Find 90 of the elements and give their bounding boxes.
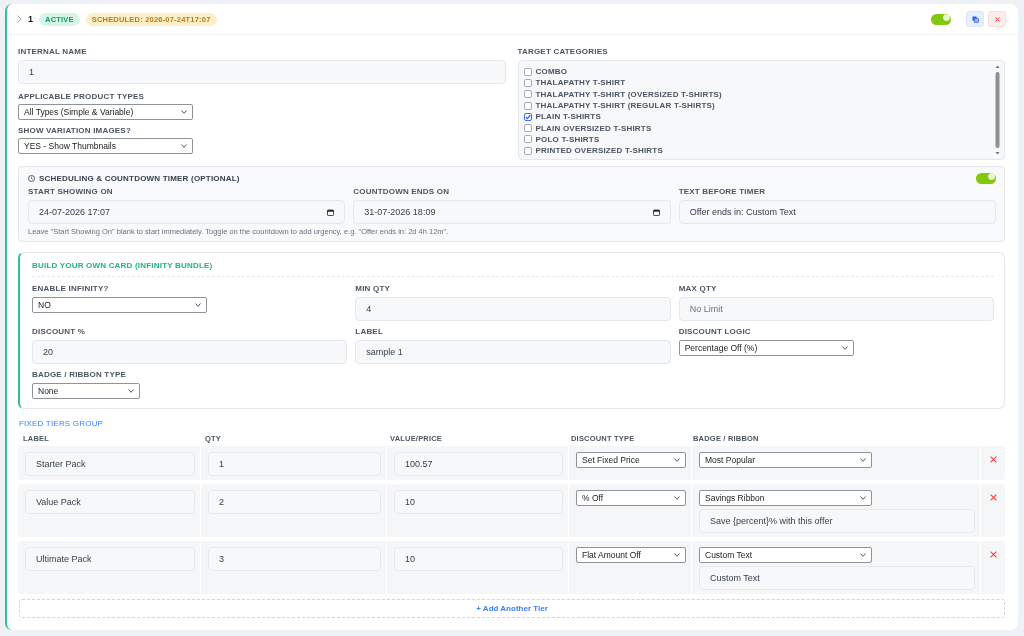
field-label: ENABLE INFINITY?	[32, 284, 110, 294]
toggle-switch[interactable]	[976, 172, 996, 184]
bundle-number: 1	[28, 14, 33, 24]
close-icon	[994, 16, 1000, 22]
text-field[interactable]: Starter Pack	[25, 452, 195, 476]
checkbox-label: PLAIN T-SHIRTS	[535, 112, 601, 122]
text-field[interactable]: 100.57	[394, 452, 563, 476]
text-field[interactable]: 1	[18, 60, 506, 84]
delete-icon[interactable]	[989, 551, 997, 558]
field-label: SHOW VARIATION IMAGES?	[18, 126, 132, 136]
section-title: BUILD YOUR OWN CARD (INFINITY BUNDLE)	[32, 261, 994, 277]
checkbox-label: POLO T-SHIRTS	[535, 134, 600, 144]
dropdown[interactable]: All Types (Simple & Variable)	[18, 104, 193, 120]
text-field[interactable]: 3	[208, 547, 381, 571]
field-label: BADGE / RIBBON TYPE	[32, 370, 128, 380]
caret-icon	[674, 553, 680, 557]
text-field[interactable]: Custom Text	[699, 566, 975, 590]
field-label: DISCOUNT LOGIC	[678, 327, 752, 337]
field-label: COUNTDOWN ENDS ON	[353, 187, 451, 197]
dropdown[interactable]: Percentage Off (%)	[678, 340, 854, 356]
text-field[interactable]: 1	[208, 452, 381, 476]
checkbox-label: THALAPATHY T-SHIRT	[535, 78, 626, 88]
date-field[interactable]: 31-07-2026 18:09	[353, 200, 671, 224]
checkbox-label: PLAIN OVERSIZED T-SHIRTS	[535, 123, 652, 133]
copy-icon	[971, 15, 979, 23]
checkbox[interactable]	[523, 112, 532, 121]
date-field[interactable]: 24-07-2026 17:07	[28, 200, 346, 224]
text-field[interactable]: 20	[32, 340, 348, 364]
checkbox[interactable]	[523, 124, 532, 133]
clock-icon	[28, 174, 35, 182]
field-label: TEXT BEFORE TIMER	[678, 187, 767, 197]
text-field[interactable]: sample 1	[355, 340, 671, 364]
checkbox-label: THALAPATHY T-SHIRT (REGULAR T-SHIRTS)	[535, 101, 715, 111]
chevron-right-icon[interactable]	[17, 15, 22, 23]
field-label: TARGET CATEGORIES	[517, 47, 609, 57]
checkbox[interactable]	[523, 135, 532, 144]
duplicate-button[interactable]	[966, 11, 984, 27]
checkbox-label: THALAPATHY T-SHIRT (OVERSIZED T-SHIRTS)	[535, 89, 722, 99]
dropdown[interactable]: None	[32, 383, 140, 399]
text-field[interactable]: Save {percent}% with this offer	[699, 509, 975, 533]
dropdown[interactable]: Custom Text	[699, 547, 872, 563]
dropdown[interactable]: Flat Amount Off	[576, 547, 686, 563]
text-field[interactable]: 10	[394, 547, 563, 571]
field-label: APPLICABLE PRODUCT TYPES	[18, 92, 146, 102]
add-tier-button[interactable]: + Add Another Tier	[19, 599, 1005, 618]
dropdown[interactable]: % Off	[576, 490, 686, 506]
caret-icon	[674, 458, 680, 462]
dropdown[interactable]: Set Fixed Price	[576, 452, 686, 468]
field-label: START SHOWING ON	[28, 187, 114, 197]
field-label: DISCOUNT %	[32, 327, 87, 337]
caret-icon	[195, 303, 201, 307]
dropdown[interactable]: YES - Show Thumbnails	[18, 138, 193, 154]
toggle-switch[interactable]	[931, 13, 951, 25]
calendar-icon[interactable]	[327, 208, 335, 216]
checkbox[interactable]	[523, 90, 532, 99]
caret-icon	[128, 389, 134, 393]
section-title: FIXED TIERS GROUP	[19, 419, 105, 429]
dropdown[interactable]: NO	[32, 297, 207, 313]
checkbox[interactable]	[523, 78, 532, 87]
caret-icon	[860, 458, 866, 462]
checkbox-label: COMBO	[535, 67, 568, 77]
delete-icon[interactable]	[989, 494, 997, 501]
text-field[interactable]: 10	[394, 490, 563, 514]
checkbox-label: PRINTED OVERSIZED T-SHIRTS	[535, 146, 663, 156]
calendar-icon[interactable]	[652, 208, 660, 216]
caret-icon	[181, 144, 187, 148]
scrollbar[interactable]	[994, 64, 1001, 156]
text-field[interactable]: Offer ends in: Custom Text	[678, 200, 996, 224]
checkbox[interactable]	[523, 146, 532, 155]
text-field[interactable]: 2	[208, 490, 381, 514]
checkbox[interactable]	[523, 101, 532, 110]
text-field[interactable]: No Limit	[678, 297, 994, 321]
caret-icon	[860, 496, 866, 500]
field-label: MAX QTY	[678, 284, 718, 294]
field-label: LABEL	[355, 327, 384, 337]
checkbox[interactable]	[523, 67, 532, 76]
delete-icon[interactable]	[989, 456, 997, 463]
field-label: INTERNAL NAME	[18, 47, 88, 57]
text-field[interactable]: 4	[355, 297, 671, 321]
dropdown[interactable]: Savings Ribbon	[699, 490, 872, 506]
text-field[interactable]: Value Pack	[25, 490, 195, 514]
field-label: MIN QTY	[355, 284, 392, 294]
section-title: SCHEDULING & COUNTDOWN TIMER (OPTIONAL)	[39, 173, 240, 183]
delete-button[interactable]	[988, 11, 1006, 27]
text-field[interactable]: Ultimate Pack	[25, 547, 195, 571]
caret-icon	[181, 110, 187, 114]
dropdown[interactable]: Most Popular	[699, 452, 872, 468]
caret-icon	[841, 346, 848, 350]
caret-icon	[674, 496, 680, 500]
caret-icon	[860, 553, 866, 557]
